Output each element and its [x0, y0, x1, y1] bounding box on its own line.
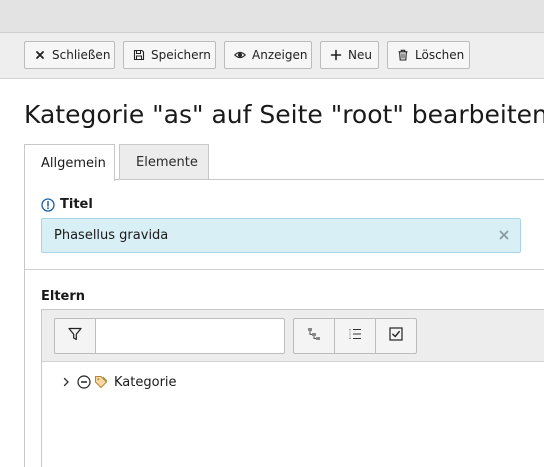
close-button[interactable]: Schließen	[24, 41, 115, 69]
tree-item-label: Kategorie	[114, 374, 177, 390]
new-button-label: Neu	[348, 48, 372, 62]
parent-field-label: Eltern	[41, 289, 86, 304]
clear-icon[interactable]	[498, 229, 510, 241]
delete-button-label: Löschen	[415, 48, 465, 62]
section-divider	[25, 269, 544, 270]
minus-circle-icon[interactable]	[77, 375, 91, 389]
title-field-label: Titel	[41, 197, 93, 212]
tree-filter-input[interactable]	[95, 318, 285, 354]
filter-button[interactable]	[54, 318, 96, 354]
checkbox-checked-icon	[388, 326, 404, 346]
title-input-value: Phasellus gravida	[54, 228, 169, 243]
flat-list-button[interactable]	[334, 318, 376, 354]
page-title: Kategorie "as" auf Seite "root" bearbeit…	[24, 100, 544, 129]
tree-item[interactable]: Kategorie	[60, 372, 177, 392]
view-button[interactable]: Anzeigen	[224, 41, 312, 69]
tab-general-label: Allgemein	[41, 155, 106, 171]
tab-elements[interactable]: Elemente	[119, 144, 209, 180]
filter-icon	[67, 326, 83, 346]
new-button[interactable]: Neu	[320, 41, 379, 69]
save-button-label: Speichern	[151, 48, 211, 62]
title-input[interactable]: Phasellus gravida	[41, 218, 521, 253]
list-icon	[347, 326, 363, 346]
close-button-label: Schließen	[52, 48, 111, 62]
top-bar	[0, 0, 544, 33]
tree-hierarchy-icon	[306, 326, 322, 346]
info-icon	[41, 197, 55, 212]
save-button[interactable]: Speichern	[123, 41, 216, 69]
trash-icon	[397, 49, 409, 61]
expand-all-button[interactable]	[293, 318, 335, 354]
chevron-right-icon[interactable]	[60, 376, 72, 388]
tab-elements-label: Elemente	[136, 154, 198, 170]
plus-icon	[330, 49, 342, 61]
tab-general[interactable]: Allgemein	[24, 144, 115, 181]
select-all-button[interactable]	[375, 318, 417, 354]
category-tag-icon	[94, 375, 108, 389]
view-button-label: Anzeigen	[252, 48, 308, 62]
close-icon	[34, 49, 46, 61]
save-icon	[133, 49, 145, 61]
title-label-text: Titel	[60, 197, 93, 212]
delete-button[interactable]: Löschen	[387, 41, 470, 69]
eye-icon	[234, 49, 246, 61]
